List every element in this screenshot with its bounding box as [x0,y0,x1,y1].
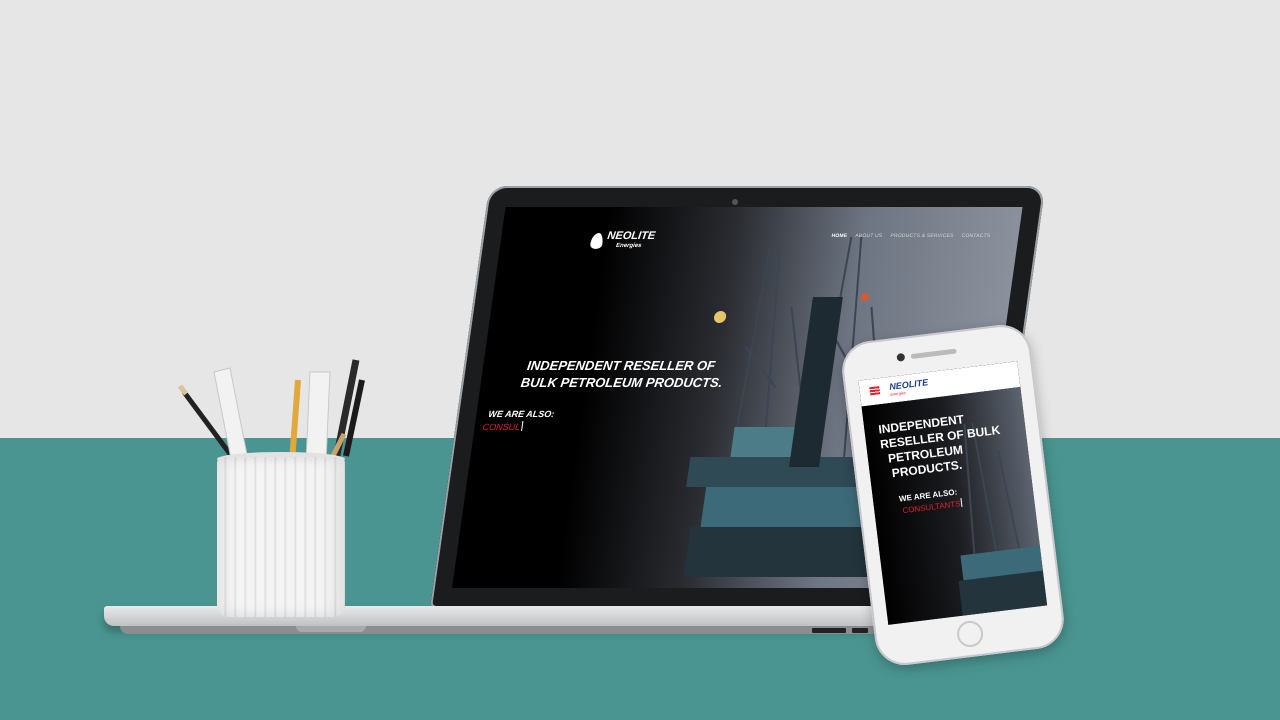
nav-products-services[interactable]: PRODUCTS & SERVICES [890,233,954,239]
site-logo[interactable]: NEOLITE Energies [589,230,656,251]
laptop-port [812,628,846,633]
also-label: WE ARE ALSO: [487,409,556,419]
pen-cup [217,457,345,617]
site-logo-text: NEOLITE Energies [605,230,656,251]
laptop-base-bottom [120,626,890,634]
flame-icon [589,233,604,249]
typed-word: CONSUL [482,421,523,432]
hamburger-menu-icon[interactable] [869,386,881,396]
hero-line-1: INDEPENDENT RESELLER OF [526,358,717,373]
nav-about-us[interactable]: ABOUT US [855,233,883,239]
ruler-right [305,371,331,463]
site-logo-sub: Energies [615,243,642,249]
site-nav: HOME ABOUT US PRODUCTS & SERVICES CONTAC… [831,233,991,239]
laptop-camera [732,199,738,205]
phone-camera [896,352,906,362]
phone: NEOLITE Energies INDEPENDENT RESELLER OF… [838,321,1068,669]
mobile-logo[interactable]: NEOLITE Energies [889,377,930,399]
hero-title: INDEPENDENT RESELLER OF BULK PETROLEUM P… [520,357,825,391]
phone-home-button[interactable] [955,619,985,649]
nav-home[interactable]: HOME [831,233,848,239]
laptop-notch [296,626,366,632]
ruler-left [213,367,249,465]
pencil-yellow [289,379,301,463]
phone-speaker [910,348,957,360]
mobile-hero: INDEPENDENT RESELLER OF BULK PETROLEUM P… [861,386,1048,625]
nav-contacts[interactable]: CONTACTS [961,233,991,239]
phone-screen: NEOLITE Energies INDEPENDENT RESELLER OF… [858,361,1048,625]
laptop-port [852,628,868,633]
hero-line-2: BULK PETROLEUM PRODUCTS. [519,375,724,390]
